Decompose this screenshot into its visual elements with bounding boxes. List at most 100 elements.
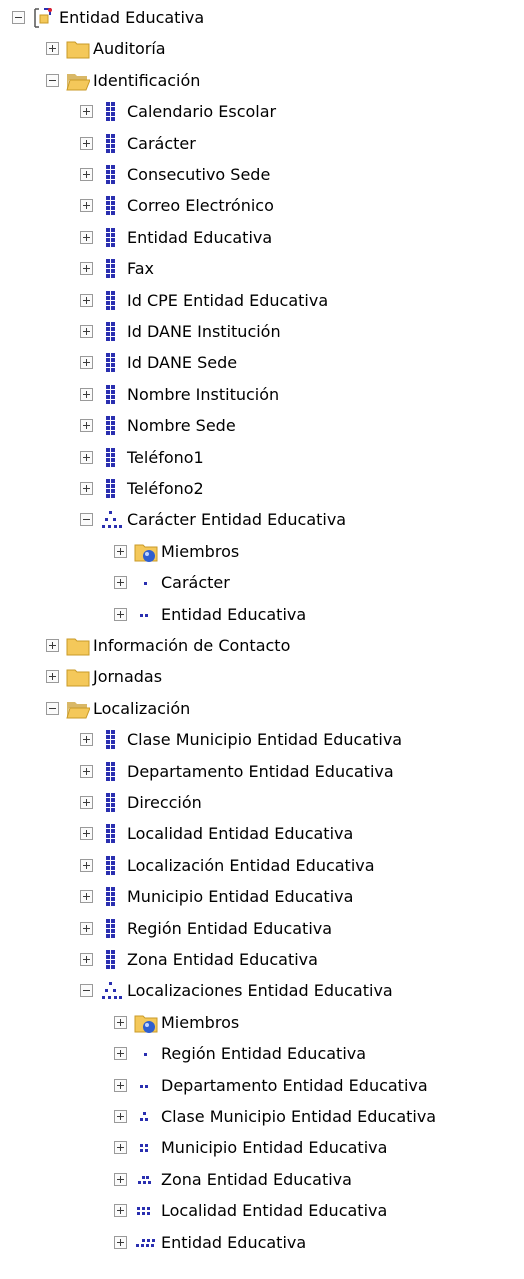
tree-node[interactable]: Región Entidad Educativa xyxy=(0,914,524,944)
tree-node[interactable]: Miembros xyxy=(0,537,524,567)
tree-node-label: Localización Entidad Educativa xyxy=(127,855,375,875)
tree-node[interactable]: Miembros xyxy=(0,1008,524,1038)
tree-node[interactable]: Id CPE Entidad Educativa xyxy=(0,286,524,316)
tree-node-label: Región Entidad Educativa xyxy=(161,1044,367,1064)
expand-toggle-icon[interactable] xyxy=(80,482,93,495)
attribute-icon xyxy=(100,223,124,253)
expand-toggle-icon[interactable] xyxy=(80,796,93,809)
attribute-icon xyxy=(100,129,124,159)
tree-node[interactable]: Teléfono1 xyxy=(0,443,524,473)
tree-node[interactable]: Carácter xyxy=(0,129,524,159)
tree-node[interactable]: Nombre Sede xyxy=(0,411,524,441)
attribute-icon xyxy=(100,254,124,284)
expand-toggle-icon[interactable] xyxy=(80,136,93,150)
expand-toggle-icon[interactable] xyxy=(80,105,93,119)
expand-toggle-icon[interactable] xyxy=(80,858,93,872)
expand-toggle-icon[interactable] xyxy=(80,387,93,401)
tree-node[interactable]: Carácter xyxy=(0,568,524,598)
expand-toggle-icon[interactable] xyxy=(114,1110,127,1123)
tree-node[interactable]: Id DANE Sede xyxy=(0,348,524,378)
tree-node[interactable]: Municipio Entidad Educativa xyxy=(0,882,524,912)
expand-toggle-icon[interactable] xyxy=(114,1235,127,1249)
tree-node[interactable]: Información de Contacto xyxy=(0,631,524,661)
tree-node[interactable]: Localidad Entidad Educativa xyxy=(0,819,524,849)
tree-node-label: Región Entidad Educativa xyxy=(127,918,333,938)
tree-node[interactable]: Entidad Educativa xyxy=(0,223,524,253)
attribute-icon xyxy=(100,788,124,818)
tree-node[interactable]: Nombre Institución xyxy=(0,380,524,410)
tree-node-label: Auditoría xyxy=(93,39,166,59)
expand-toggle-icon[interactable] xyxy=(114,1172,127,1186)
tree-node[interactable]: Localización xyxy=(0,694,524,724)
tree-node[interactable]: Auditoría xyxy=(0,34,524,64)
tree-node[interactable]: Fax xyxy=(0,254,524,284)
collapse-toggle-icon[interactable] xyxy=(80,984,93,998)
expand-toggle-icon[interactable] xyxy=(80,764,93,778)
tree-node[interactable]: Calendario Escolar xyxy=(0,97,524,127)
tree-node[interactable]: Entidad Educativa xyxy=(0,600,524,630)
tree-node-label: Localización xyxy=(93,698,191,718)
expand-toggle-icon[interactable] xyxy=(114,1047,127,1061)
expand-toggle-icon[interactable] xyxy=(80,827,93,841)
folder-open-icon xyxy=(66,66,90,96)
tree-node[interactable]: Jornadas xyxy=(0,662,524,692)
tree-node[interactable]: Zona Entidad Educativa xyxy=(0,945,524,975)
tree-node[interactable]: Departamento Entidad Educativa xyxy=(0,1071,524,1101)
expand-toggle-icon[interactable] xyxy=(80,921,93,935)
expand-toggle-icon[interactable] xyxy=(114,1204,127,1218)
expand-toggle-icon[interactable] xyxy=(46,42,59,56)
expand-toggle-icon[interactable] xyxy=(114,607,127,621)
tree-node[interactable]: Identificación xyxy=(0,66,524,96)
tree-node[interactable]: Clase Municipio Entidad Educativa xyxy=(0,725,524,755)
expand-toggle-icon[interactable] xyxy=(114,1078,127,1092)
collapse-toggle-icon[interactable] xyxy=(80,513,93,527)
tree-node-label: Jornadas xyxy=(93,667,163,687)
expand-toggle-icon[interactable] xyxy=(46,639,59,652)
tree-node-label: Miembros xyxy=(161,541,240,561)
collapse-toggle-icon[interactable] xyxy=(12,11,25,24)
tree-node-label: Miembros xyxy=(161,1012,240,1032)
tree-node[interactable]: Entidad Educativa xyxy=(0,1228,524,1258)
tree-node[interactable]: Id DANE Institución xyxy=(0,317,524,347)
tree-node[interactable]: Localizaciones Entidad Educativa xyxy=(0,976,524,1006)
expand-toggle-icon[interactable] xyxy=(80,953,93,966)
tree-node[interactable]: Región Entidad Educativa xyxy=(0,1039,524,1069)
tree-node[interactable]: Zona Entidad Educativa xyxy=(0,1165,524,1195)
tree-node-label: Entidad Educativa xyxy=(59,8,205,27)
expand-toggle-icon[interactable] xyxy=(80,293,93,307)
tree-node[interactable]: Localidad Entidad Educativa xyxy=(0,1196,524,1226)
tree-node-label: Clase Municipio Entidad Educativa xyxy=(127,730,403,750)
tree-node[interactable]: Carácter Entidad Educativa xyxy=(0,505,524,535)
collapse-toggle-icon[interactable] xyxy=(46,73,59,87)
tree-node-label: Entidad Educativa xyxy=(127,227,273,247)
expand-toggle-icon[interactable] xyxy=(80,199,93,213)
expand-toggle-icon[interactable] xyxy=(114,544,127,558)
tree-node[interactable]: Departamento Entidad Educativa xyxy=(0,757,524,787)
tree-node-label: Consecutivo Sede xyxy=(127,165,271,184)
expand-toggle-icon[interactable] xyxy=(114,576,127,590)
tree-node[interactable]: Correo Electrónico xyxy=(0,191,524,221)
collapse-toggle-icon[interactable] xyxy=(46,701,59,715)
expand-toggle-icon[interactable] xyxy=(80,356,93,370)
expand-toggle-icon[interactable] xyxy=(80,168,93,181)
expand-toggle-icon[interactable] xyxy=(80,733,93,747)
expand-toggle-icon[interactable] xyxy=(114,1141,127,1155)
tree-node-label: Carácter xyxy=(161,573,230,593)
expand-toggle-icon[interactable] xyxy=(80,230,93,244)
expand-toggle-icon[interactable] xyxy=(80,890,93,904)
tree-node[interactable]: Municipio Entidad Educativa xyxy=(0,1133,524,1163)
expand-toggle-icon[interactable] xyxy=(80,262,93,276)
expand-toggle-icon[interactable] xyxy=(114,1015,127,1029)
level-1-icon xyxy=(134,568,158,598)
tree-node[interactable]: Dirección xyxy=(0,788,524,818)
tree-node[interactable]: Entidad Educativa xyxy=(0,3,524,33)
tree-node[interactable]: Clase Municipio Entidad Educativa xyxy=(0,1102,524,1132)
tree-node[interactable]: Consecutivo Sede xyxy=(0,160,524,190)
expand-toggle-icon[interactable] xyxy=(80,419,93,433)
expand-toggle-icon[interactable] xyxy=(80,450,93,464)
tree-node[interactable]: Teléfono2 xyxy=(0,474,524,504)
tree-node[interactable]: Localización Entidad Educativa xyxy=(0,851,524,881)
dimension-tree: Entidad Educativa Auditoría Identificaci… xyxy=(0,0,524,1279)
expand-toggle-icon[interactable] xyxy=(46,670,59,684)
expand-toggle-icon[interactable] xyxy=(80,325,93,338)
